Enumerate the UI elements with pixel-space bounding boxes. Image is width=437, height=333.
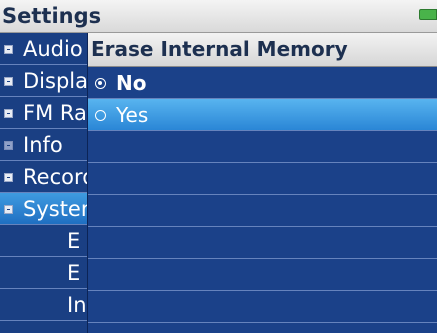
empty-row [88, 291, 437, 323]
expand-icon [4, 109, 13, 118]
empty-row [88, 227, 437, 259]
menu-item-label: Record [23, 165, 96, 189]
empty-row [88, 163, 437, 195]
expand-icon [4, 173, 13, 182]
collapse-icon [4, 205, 13, 214]
submenu-item-label: In [67, 293, 87, 317]
menu-item-label: Audio [23, 37, 83, 61]
device-screen: Settings Audio Display FM Radio Info Rec… [0, 0, 437, 333]
radio-unchecked-icon [95, 110, 106, 121]
leaf-icon [4, 141, 13, 150]
radio-checked-icon [95, 78, 106, 89]
empty-row [88, 131, 437, 163]
empty-row [88, 195, 437, 227]
expand-icon [4, 45, 13, 54]
option-label: Yes [116, 103, 149, 127]
erase-memory-dialog: Erase Internal Memory No Yes [87, 33, 437, 333]
submenu-item-label: E [67, 229, 81, 253]
dialog-title: Erase Internal Memory [91, 37, 348, 61]
option-no[interactable]: No [88, 67, 437, 99]
battery-icon [419, 9, 437, 20]
option-yes[interactable]: Yes [88, 99, 437, 131]
submenu-item-label: E [67, 261, 81, 285]
empty-row [88, 259, 437, 291]
dialog-header: Erase Internal Memory [88, 33, 437, 67]
option-label: No [116, 71, 147, 95]
title-bar: Settings [0, 0, 437, 33]
menu-item-label: Info [23, 133, 63, 157]
expand-icon [4, 77, 13, 86]
page-title: Settings [2, 4, 102, 28]
